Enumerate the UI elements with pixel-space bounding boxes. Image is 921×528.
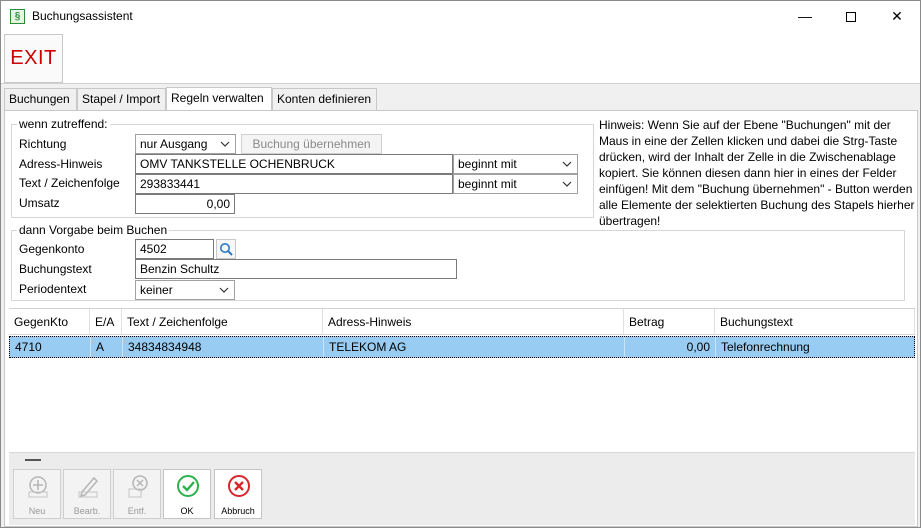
adress-hinweis-label: Adress-Hinweis: [19, 157, 103, 171]
new-button[interactable]: Neu: [13, 469, 61, 519]
cell-betrag[interactable]: 0,00: [625, 337, 716, 357]
richtung-select[interactable]: nur Ausgang: [135, 134, 236, 154]
column-header-gegenkto[interactable]: GegenKto: [9, 309, 90, 335]
pencil-icon: [78, 476, 99, 498]
periodentext-value: keiner: [140, 283, 173, 297]
delete-circle-icon: [128, 475, 148, 498]
close-button[interactable]: ✕: [874, 1, 920, 32]
toolbar: EXIT: [1, 32, 920, 84]
gegenkonto-input[interactable]: [135, 239, 214, 259]
buchungstext-input[interactable]: [135, 259, 457, 279]
collapse-handle[interactable]: [25, 459, 41, 461]
umsatz-input[interactable]: [135, 194, 235, 214]
richtung-label: Richtung: [19, 137, 67, 151]
search-icon: [220, 243, 233, 256]
tab-buchungen[interactable]: Buchungen: [4, 88, 77, 111]
tab-stapel-import[interactable]: Stapel / Import: [77, 88, 166, 111]
gegenkonto-label: Gegenkonto: [19, 242, 85, 256]
tab-regeln-verwalten[interactable]: Regeln verwalten: [166, 87, 272, 111]
ok-button[interactable]: OK: [163, 469, 211, 519]
cell-adress[interactable]: TELEKOM AG: [324, 337, 625, 357]
adress-match-value: beginnt mit: [458, 157, 517, 171]
dialog-window: § Buchungsassistent — ✕ EXIT Buchungen S…: [0, 0, 921, 528]
cell-text[interactable]: 34834834948: [123, 337, 324, 357]
text-zeichenfolge-label: Text / Zeichenfolge: [19, 176, 120, 190]
edit-button[interactable]: Bearb.: [63, 469, 111, 519]
text-match-value: beginnt mit: [458, 177, 517, 191]
conditions-legend: wenn zutreffend:: [19, 117, 108, 131]
cancel-circle-icon: [228, 475, 250, 497]
title-bar: § Buchungsassistent — ✕: [1, 1, 920, 32]
column-header-text[interactable]: Text / Zeichenfolge: [122, 309, 323, 335]
chevron-down-icon: [219, 287, 229, 293]
adress-hinweis-input[interactable]: [135, 154, 453, 174]
hint-text: Hinweis: Wenn Sie auf der Ebene "Buchung…: [599, 118, 915, 228]
delete-button-label: Entf.: [127, 506, 147, 516]
exit-button[interactable]: EXIT: [4, 34, 63, 83]
minimize-button[interactable]: —: [782, 1, 828, 32]
app-icon: §: [10, 9, 25, 24]
cell-ea[interactable]: A: [91, 337, 123, 357]
richtung-value: nur Ausgang: [140, 137, 208, 151]
tab-konten-definieren[interactable]: Konten definieren: [272, 88, 377, 111]
action-bar: Neu Bearb. Entf. OK Abbruch: [9, 467, 915, 525]
window-title: Buchungsassistent: [32, 9, 133, 23]
column-header-adress[interactable]: Adress-Hinweis: [323, 309, 624, 335]
adress-match-select[interactable]: beginnt mit: [453, 154, 578, 174]
cell-buchungstext[interactable]: Telefonrechnung: [716, 337, 914, 357]
text-zeichenfolge-input[interactable]: [135, 174, 453, 194]
column-header-ea[interactable]: E/A: [90, 309, 122, 335]
chevron-down-icon: [562, 161, 572, 167]
column-header-buchungstext[interactable]: Buchungstext: [715, 309, 915, 335]
defaults-legend: dann Vorgabe beim Buchen: [19, 223, 168, 237]
umsatz-label: Umsatz: [19, 196, 60, 210]
text-match-select[interactable]: beginnt mit: [453, 174, 578, 194]
grid-footer: [9, 452, 915, 467]
cell-gegenkto[interactable]: 4710: [10, 337, 91, 357]
cancel-button-label: Abbruch: [221, 506, 255, 516]
buchung-uebernehmen-button[interactable]: Buchung übernehmen: [241, 134, 382, 154]
periodentext-label: Periodentext: [19, 282, 87, 296]
check-circle-icon: [177, 475, 199, 497]
rules-grid: GegenKto E/A Text / Zeichenfolge Adress-…: [9, 308, 915, 466]
table-row[interactable]: 4710 A 34834834948 TELEKOM AG 0,00 Telef…: [9, 336, 915, 358]
new-button-label: Neu: [28, 506, 46, 516]
delete-button[interactable]: Entf.: [113, 469, 161, 519]
maximize-button[interactable]: [828, 1, 874, 32]
buchungstext-label: Buchungstext: [19, 262, 92, 276]
cancel-button[interactable]: Abbruch: [214, 469, 262, 519]
ok-button-label: OK: [180, 506, 194, 516]
maximize-icon: [846, 12, 856, 23]
chevron-down-icon: [562, 181, 572, 187]
periodentext-select[interactable]: keiner: [135, 280, 235, 300]
plus-circle-icon: [28, 476, 48, 498]
gegenkonto-search-button[interactable]: [216, 239, 236, 259]
column-header-betrag[interactable]: Betrag: [624, 309, 715, 335]
chevron-down-icon: [220, 141, 230, 147]
rules-panel: wenn zutreffend: Richtung nur Ausgang Bu…: [4, 110, 918, 527]
edit-button-label: Bearb.: [73, 506, 101, 516]
